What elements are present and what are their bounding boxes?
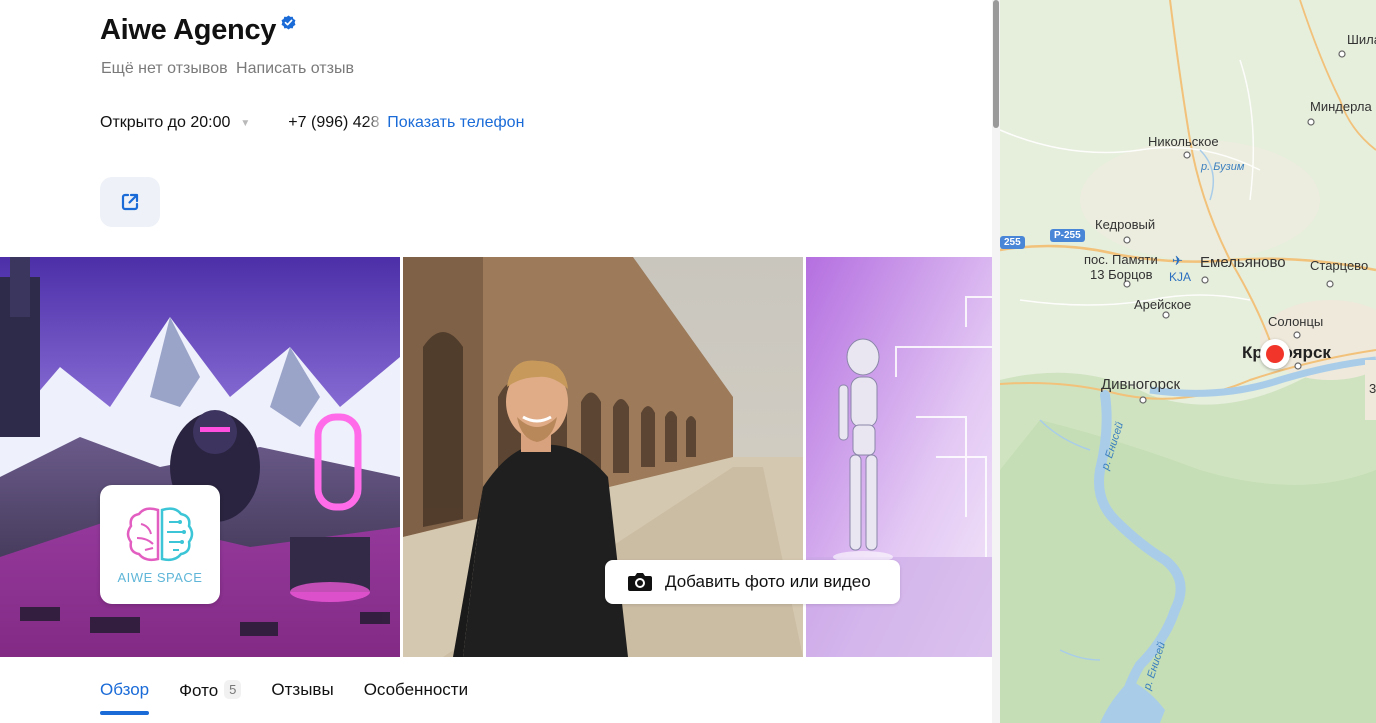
reviews-row: Ещё нет отзывов Написать отзыв [101, 60, 358, 78]
map-label-emelyanovo: Емельяново [1200, 254, 1286, 271]
tab-overview-label: Обзор [100, 680, 150, 699]
location-pin-dot [1266, 345, 1284, 363]
add-media-label: Добавить фото или видео [665, 572, 871, 591]
camera-icon [628, 573, 652, 591]
location-pin[interactable] [1260, 339, 1290, 369]
tab-overview[interactable]: Обзор [100, 680, 150, 716]
panel-scrollbar[interactable] [992, 0, 1000, 723]
map-label-minderla: Миндерла [1310, 99, 1372, 114]
tab-reviews[interactable]: Отзывы [271, 680, 333, 716]
map-label-13-borcov: 13 Борцов [1090, 267, 1153, 282]
title-row: Aiwe Agency [100, 14, 296, 47]
tab-features[interactable]: Особенности [364, 680, 468, 716]
scrollbar-thumb[interactable] [993, 0, 999, 128]
tab-bar: Обзор Фото 5 Отзывы Особенности [100, 680, 498, 716]
airport-icon: ✈ [1172, 253, 1183, 268]
map-label-areyskoe: Арейское [1134, 297, 1192, 312]
map-view[interactable]: Шила Миндерла Никольское р. Бузим Кедров… [1000, 0, 1376, 723]
map-label-kedrovy: Кедровый [1095, 217, 1156, 232]
verified-badge-icon [281, 15, 296, 30]
road-badge-r255: Р-255 [1050, 229, 1085, 242]
phone-number-partial: +7 (996) 428 [288, 114, 380, 131]
tab-photos-label: Фото [179, 681, 219, 700]
map-label-edge: 3 [1369, 381, 1376, 396]
map-label-pos-pamyati: пос. Памяти [1084, 252, 1158, 267]
photo-gallery: AIWE SPACE Добавить фото или видео [0, 257, 1000, 657]
company-logo-card[interactable]: AIWE SPACE [100, 485, 220, 604]
map-label-buzim-river: р. Бузим [1201, 161, 1245, 173]
external-link-icon [121, 193, 139, 211]
road-badge-255: 255 [1000, 236, 1025, 249]
open-website-button[interactable] [100, 177, 160, 227]
write-review-link[interactable]: Написать отзыв [236, 60, 354, 77]
add-photo-or-video-button[interactable]: Добавить фото или видео [605, 560, 900, 604]
map-label-shila: Шила [1347, 32, 1376, 47]
map-label-divnogorsk: Дивногорск [1101, 376, 1181, 393]
brain-logo-icon [126, 507, 194, 562]
business-name: Aiwe Agency [100, 14, 277, 46]
map-label-solontsy: Солонцы [1268, 314, 1324, 329]
tab-features-label: Особенности [363, 680, 469, 699]
tab-reviews-label: Отзывы [271, 680, 334, 699]
tab-photos[interactable]: Фото 5 [179, 680, 242, 716]
no-reviews-text: Ещё нет отзывов [101, 60, 228, 77]
contact-row: Открыто до 20:00 ▼ +7 (996) 428 Показать… [100, 114, 524, 132]
hours-caret-icon[interactable]: ▼ [240, 118, 250, 129]
tab-photos-count: 5 [224, 680, 242, 699]
show-phone-link[interactable]: Показать телефон [387, 114, 524, 132]
map-label-startsevo: Старцево [1310, 258, 1369, 273]
logo-text: AIWE SPACE [117, 570, 203, 585]
map-label-nikolskoe: Никольское [1148, 134, 1219, 149]
business-card-panel: Aiwe Agency Ещё нет отзывов Написать отз… [0, 0, 1000, 723]
opening-hours[interactable]: Открыто до 20:00 [100, 114, 230, 132]
map-label-kja: KJA [1169, 270, 1192, 284]
